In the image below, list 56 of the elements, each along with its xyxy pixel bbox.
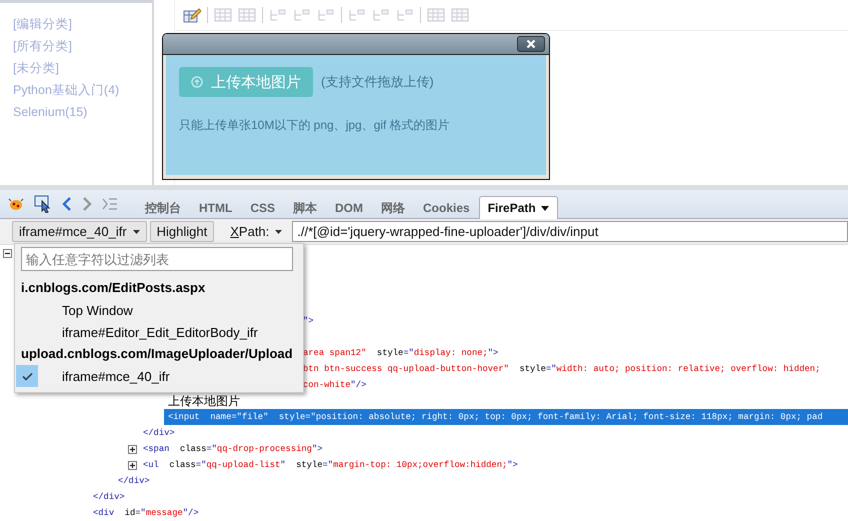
table-tool-icon[interactable] [214, 7, 232, 23]
menu-group-title: i.cnblogs.com/EditPosts.aspx [20, 279, 206, 297]
forward-icon[interactable] [82, 197, 92, 211]
frame-select[interactable]: iframe#mce_40_ifr [12, 221, 147, 242]
table-tool-icon[interactable] [451, 7, 469, 23]
code-line: "> [302, 315, 314, 328]
highlight-button[interactable]: Highlight [150, 221, 214, 242]
table-tool-icon[interactable] [269, 7, 287, 23]
panel-tab[interactable]: CSS [241, 196, 284, 219]
caret-icon [540, 206, 549, 210]
code-line[interactable]: </div> [89, 489, 125, 505]
table-tool-icon[interactable] [372, 7, 390, 23]
menu-item[interactable]: Top Window [62, 302, 133, 318]
code-line[interactable]: </div> [139, 425, 175, 441]
inspect-icon[interactable] [34, 195, 52, 213]
panel-tab[interactable]: 网络 [372, 196, 414, 219]
panel-tab[interactable]: 脚本 [284, 196, 326, 219]
table-tool-icon[interactable] [317, 7, 335, 23]
panel-tab[interactable]: 控制台 [136, 196, 190, 219]
xpath-field[interactable]: .//*[@id='jquery-wrapped-fine-uploader']/div/div/input [292, 221, 848, 242]
collapse-icon[interactable] [4, 250, 11, 257]
command-list-icon[interactable] [102, 198, 118, 210]
table-tool-icon[interactable] [348, 7, 366, 23]
code-line: con-white"/> [302, 379, 366, 392]
menu-item[interactable]: iframe#mce_40_ifr [62, 368, 170, 384]
file-size-note: 只能上传单张10M以下的 png、jpg、gif 格式的图片 [179, 117, 451, 134]
code-line[interactable]: 上传本地图片 [164, 393, 240, 409]
expand-icon[interactable] [129, 446, 136, 452]
code-line[interactable]: <div id="message"/> [89, 505, 199, 521]
mode-select[interactable]: XPath: [223, 221, 290, 242]
close-button[interactable] [517, 36, 545, 52]
code-line[interactable]: <span class="qq-drop-processing"> [139, 441, 323, 457]
table-tool-icon[interactable] [293, 7, 311, 23]
code-line: btn btn-success qq-upload-button-hover" style="width: auto; position: relative; overflow: hidden; [302, 363, 820, 376]
caret-icon [275, 230, 282, 234]
panel-tab[interactable]: Cookies [414, 196, 479, 219]
code-line[interactable]: </div> [114, 473, 150, 489]
panel-tab[interactable]: DOM [326, 196, 372, 219]
drag-drop-hint: (支持文件拖放上传) [321, 73, 434, 91]
menu-group-title: upload.cnblogs.com/ImageUploader/Upload [20, 345, 294, 363]
panel-tab[interactable]: FirePath [478, 196, 558, 219]
table-tool-icon[interactable] [427, 7, 445, 23]
table-tool-icon[interactable] [396, 7, 414, 23]
back-icon[interactable] [62, 197, 72, 211]
code-line: area span12" style="display: none;"> [302, 347, 498, 360]
table-tool-icon[interactable] [238, 7, 256, 23]
panel-tab[interactable]: HTML [190, 196, 242, 219]
caret-icon [132, 230, 140, 234]
filter-field[interactable]: 输入任意字符以过滤列表 [21, 247, 293, 271]
close-icon [526, 39, 536, 49]
bug-icon[interactable] [8, 197, 24, 211]
menu-item[interactable]: iframe#Editor_Edit_EditorBody_ifr [62, 324, 258, 340]
upload-icon [191, 76, 203, 88]
edit-table-icon[interactable] [183, 6, 201, 24]
expand-icon[interactable] [129, 462, 136, 468]
code-line[interactable]: <ul class="qq-upload-list" style="margin-top: 10px;overflow:hidden;"> [139, 457, 518, 473]
